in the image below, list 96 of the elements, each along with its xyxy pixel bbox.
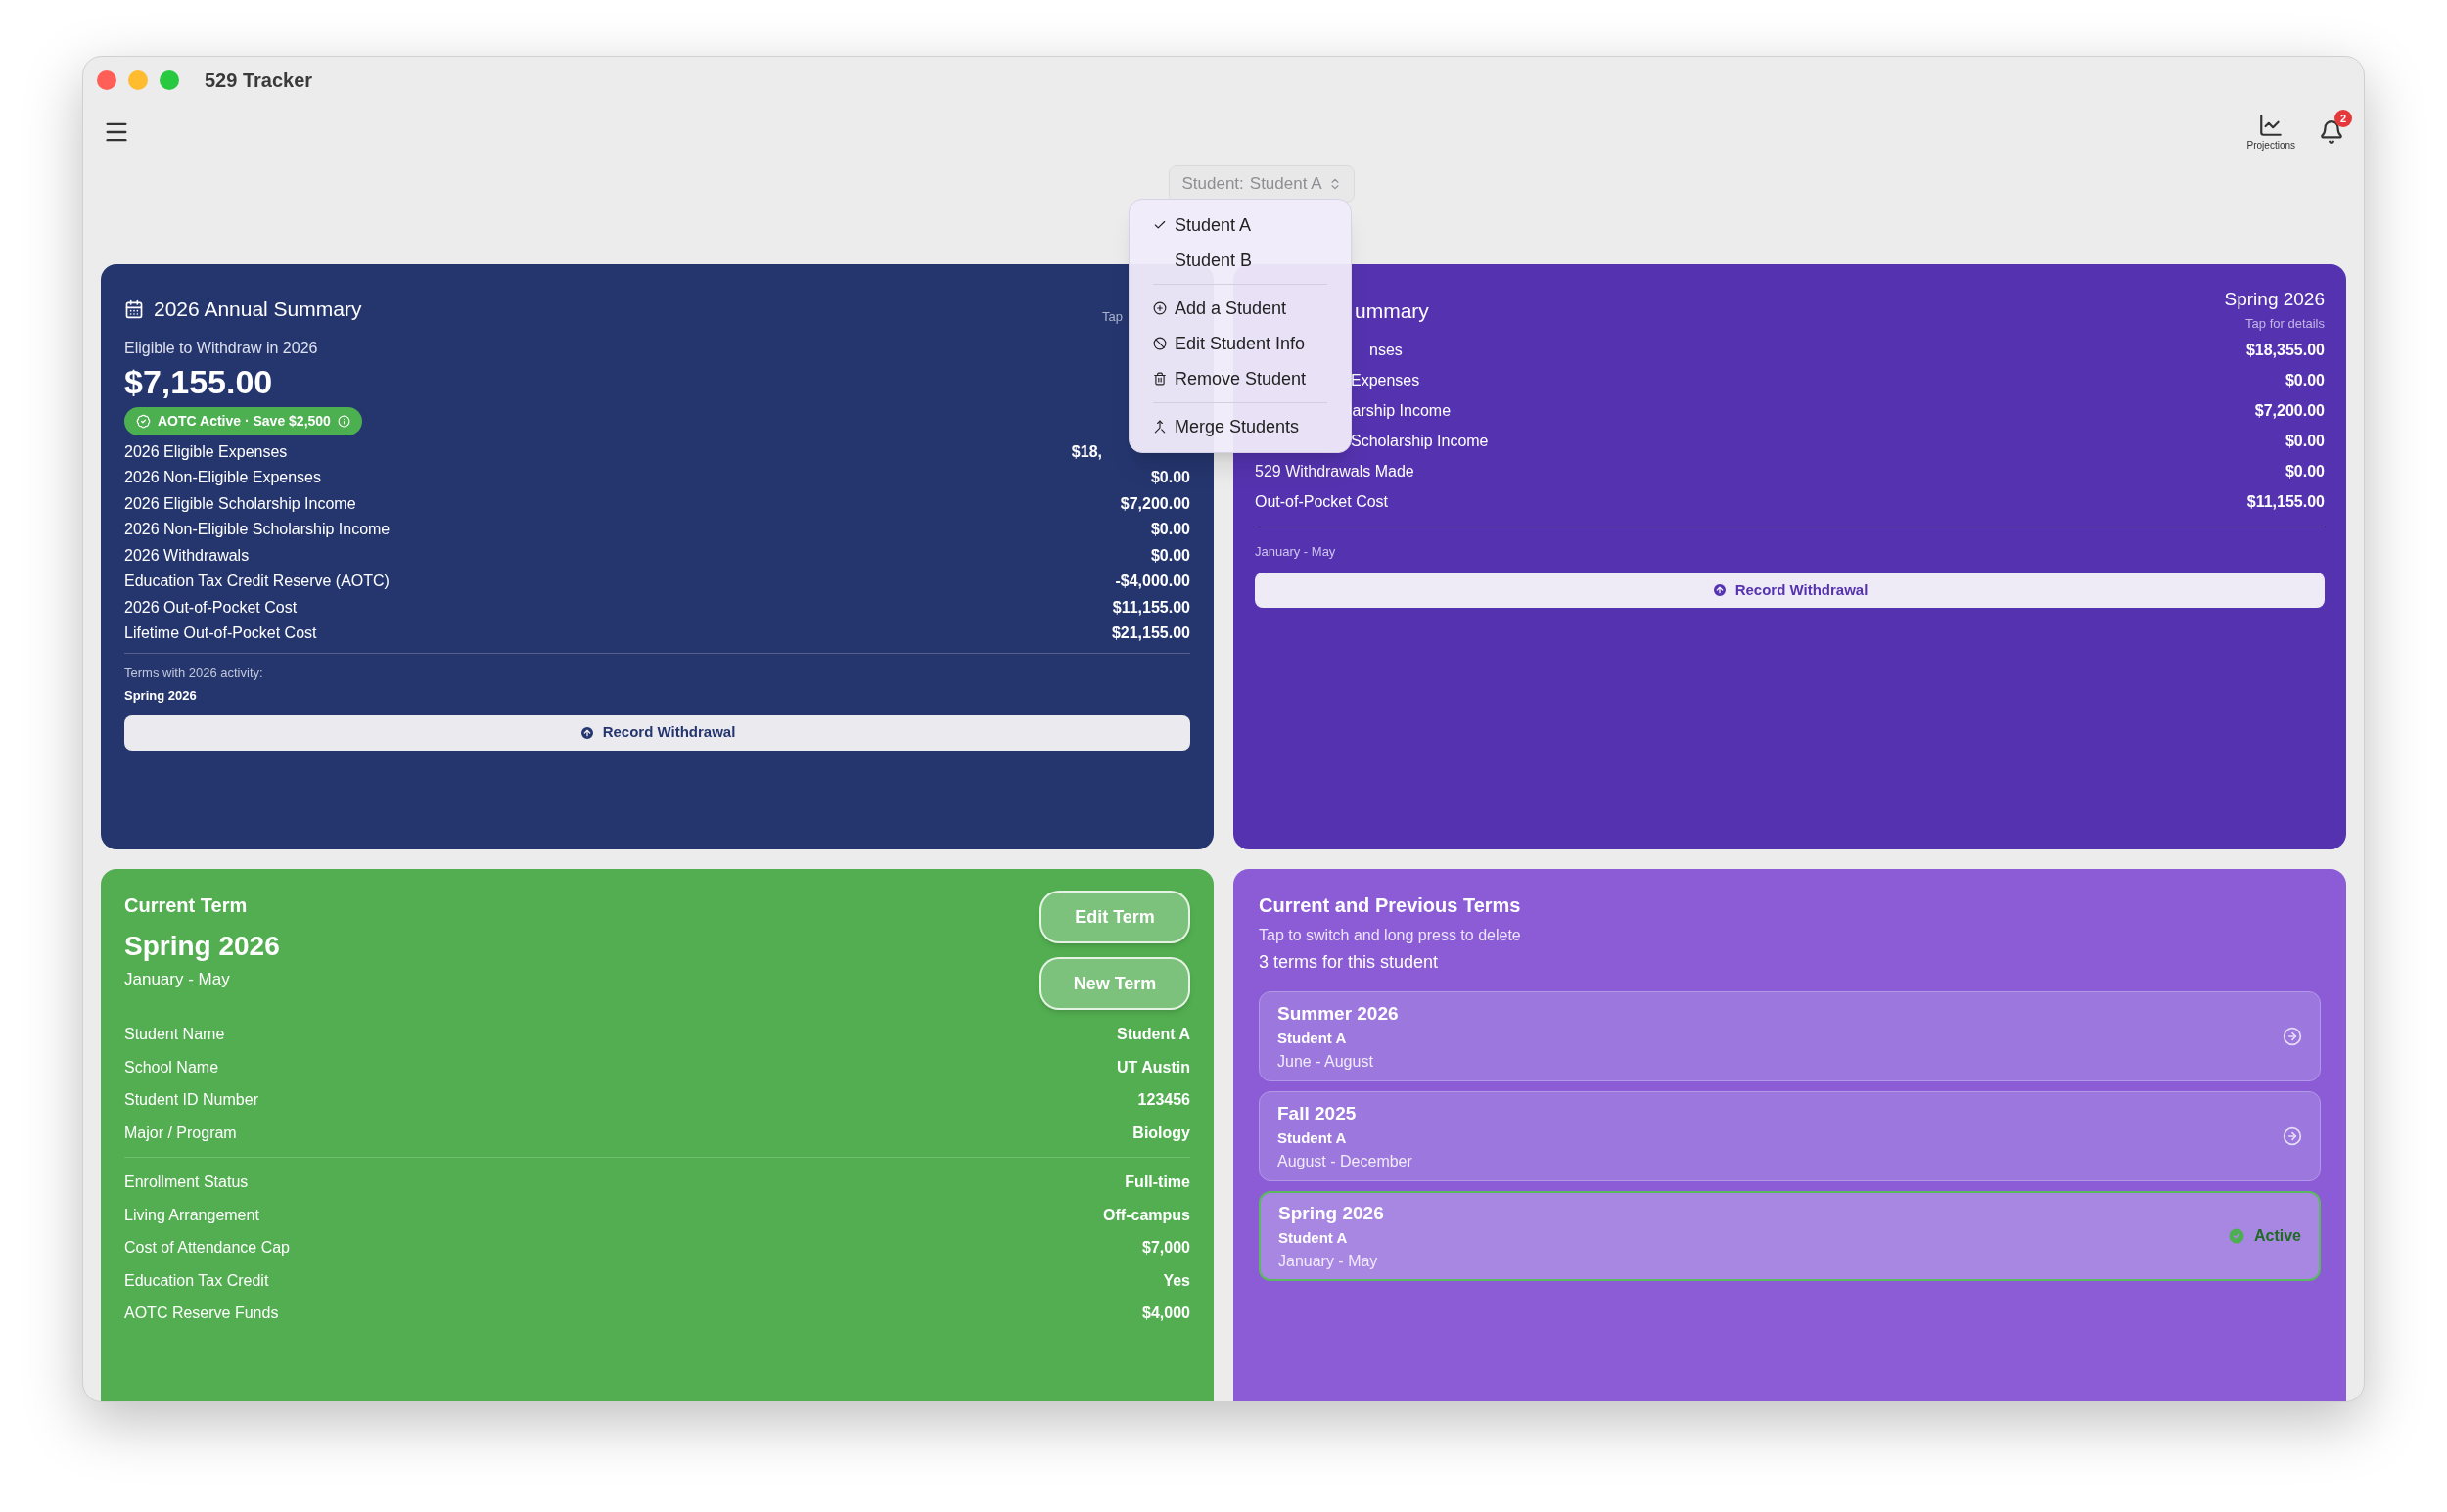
student-menu-item[interactable]: Merge Students (1130, 409, 1351, 444)
student-menu-item[interactable]: Remove Student (1130, 361, 1351, 396)
term-months: June - August (1277, 1051, 1374, 1072)
row-value: $0.00 (2285, 371, 2325, 390)
row-label: 2026 Non-Eligible Scholarship Income (124, 520, 391, 539)
term-name: Fall 2025 (1277, 1101, 1358, 1125)
term-name: Spring 2026 (1278, 1201, 1384, 1225)
student-name: Student A (1277, 1029, 1348, 1048)
student-menu-item[interactable]: Student B (1130, 243, 1351, 278)
projections-button[interactable]: Projections (2246, 112, 2295, 153)
card-title: 2026 Annual Summary (154, 297, 362, 322)
section-heading: Current and Previous Terms (1259, 893, 1522, 918)
row-value: 123456 (1137, 1090, 1190, 1110)
record-withdrawal-button[interactable]: Record Withdrawal (1255, 573, 2325, 608)
slash-circle-icon (1153, 337, 1167, 350)
eligible-amount: $7,155.00 (124, 361, 273, 402)
term-name: Spring 2026 (2224, 288, 2325, 311)
plus-circle-icon (1153, 301, 1167, 315)
row-label: Cost of Attendance Cap (124, 1238, 290, 1258)
row-label: 529 Withdrawals Made (1255, 462, 1414, 481)
close-window-button[interactable] (97, 70, 116, 90)
row-label: Out-of-Pocket Cost (1255, 492, 1389, 512)
row-label: 2026 Eligible Scholarship Income (124, 493, 356, 514)
terms-count: 3 terms for this student (1259, 951, 1440, 974)
row-label: Education Tax Credit Reserve (AOTC) (124, 572, 390, 591)
checkmark-icon (1153, 218, 1167, 232)
aotc-badge: AOTC Active · Save $2,500 (124, 406, 362, 435)
student-menu-item[interactable]: Edit Student Info (1130, 326, 1351, 361)
row-value: $11,155.00 (2246, 492, 2325, 512)
row-value: Yes (1163, 1270, 1190, 1291)
row-label: Living Arrangement (124, 1205, 259, 1225)
student-name: Student A (1278, 1228, 1349, 1248)
row-value: $4,000 (1142, 1304, 1190, 1323)
arrow-up-circle-icon (578, 724, 595, 741)
terms-label: Terms with 2026 activity: (124, 664, 264, 682)
row-label: Expenses (1351, 371, 1420, 390)
arrow-circle-icon (2283, 1027, 2302, 1046)
row-value: $0.00 (2285, 432, 2325, 451)
row-label: Lifetime Out-of-Pocket Cost (124, 623, 317, 643)
arrow-circle-icon (2283, 1126, 2302, 1146)
row-value: UT Austin (1117, 1057, 1190, 1077)
line-chart-icon (2258, 112, 2285, 138)
row-value: $0.00 (1150, 468, 1190, 487)
row-label: 2026 Non-Eligible Expenses (124, 468, 321, 487)
section-heading: Current Term (124, 893, 249, 918)
notification-badge: 2 (2334, 110, 2352, 127)
row-label: Major / Program (124, 1123, 237, 1143)
term-months: August - December (1277, 1151, 1412, 1171)
row-value: $7,200.00 (1120, 493, 1190, 514)
term-months: January - May (1255, 544, 1336, 559)
row-label: 2026 Withdrawals (124, 545, 250, 566)
card-title: ummary (1355, 298, 1429, 324)
row-value: Biology (1132, 1123, 1190, 1143)
term-months: January - May (1278, 1251, 1379, 1271)
calendar-icon (124, 298, 144, 319)
arrow-up-circle-icon (1711, 582, 1728, 598)
row-label: AOTC Reserve Funds (124, 1304, 279, 1323)
tap-hint: Tap for details (2245, 314, 2325, 333)
row-label: nses (1369, 341, 1403, 360)
active-status: Active (2253, 1226, 2301, 1246)
row-value: $0.00 (2285, 462, 2325, 481)
eligible-label: Eligible to Withdraw in 2026 (124, 338, 318, 358)
row-label: Student Name (124, 1025, 225, 1044)
row-label: School Name (124, 1057, 219, 1077)
student-menu-item[interactable]: Student A (1130, 207, 1351, 243)
trash-icon (1153, 372, 1167, 386)
row-value: $0.00 (1150, 545, 1190, 566)
merge-icon (1153, 420, 1167, 434)
student-name: Student A (1277, 1128, 1348, 1148)
row-value: $7,200.00 (2254, 401, 2325, 421)
term-months: January - May (124, 969, 231, 990)
tap-hint: Tap (1102, 308, 1123, 326)
window-title: 529 Tracker (205, 69, 313, 93)
row-value: $18, (1071, 441, 1102, 462)
row-value: -$4,000.00 (1115, 572, 1190, 591)
term-name: Spring 2026 (124, 930, 280, 963)
record-withdrawal-button[interactable]: Record Withdrawal (124, 714, 1190, 751)
row-label: Student ID Number (124, 1090, 258, 1110)
row-value: Student A (1117, 1025, 1190, 1044)
check-circle-icon (2226, 1226, 2246, 1246)
student-menu-item[interactable]: Add a Student (1130, 291, 1351, 326)
row-value: $11,155.00 (1112, 597, 1190, 618)
row-value: Full-time (1125, 1172, 1190, 1192)
row-value: Off-campus (1103, 1205, 1190, 1225)
row-label: Scholarship Income (1351, 432, 1489, 451)
row-value: $0.00 (1150, 520, 1190, 539)
terms-value: Spring 2026 (124, 687, 198, 705)
row-value: $7,000 (1142, 1238, 1190, 1258)
row-label: 2026 Out-of-Pocket Cost (124, 597, 298, 618)
row-label: Enrollment Status (124, 1172, 249, 1192)
row-label: 2026 Eligible Expenses (124, 441, 288, 462)
row-value: $21,155.00 (1111, 623, 1190, 643)
row-value: $18,355.00 (2245, 341, 2325, 360)
terms-hint: Tap to switch and long press to delete (1259, 926, 1522, 945)
row-label: Education Tax Credit (124, 1270, 269, 1291)
term-name: Summer 2026 (1277, 1001, 1399, 1026)
